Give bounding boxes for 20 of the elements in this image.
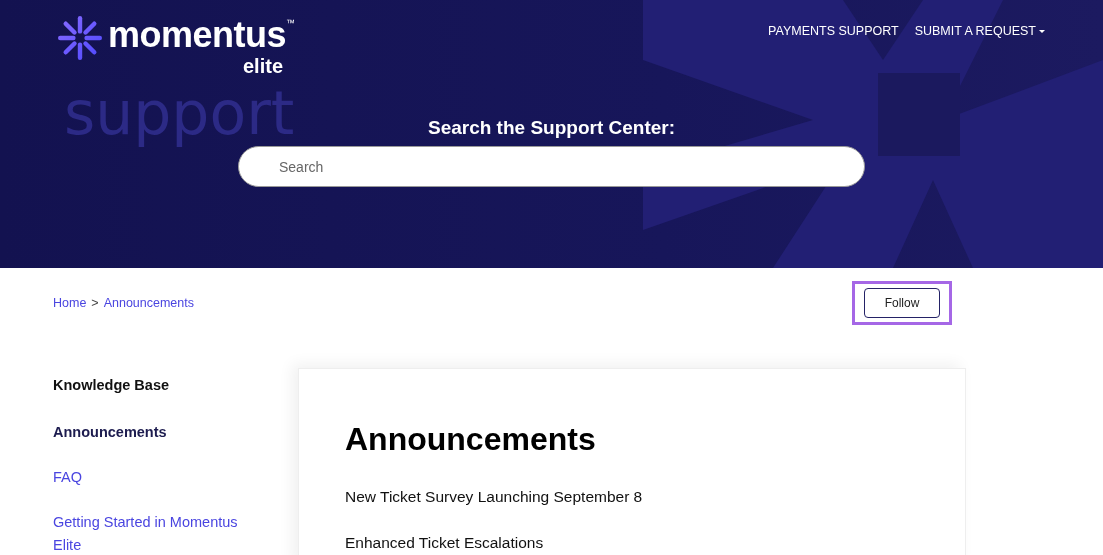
caret-icon <box>1039 29 1045 33</box>
asterisk-logo-icon <box>58 16 102 60</box>
sidebar-item[interactable]: FAQ <box>53 466 263 489</box>
search-title: Search the Support Center: <box>427 116 675 140</box>
breadcrumb-link[interactable]: Announcements <box>103 296 194 310</box>
logo-subtitle: elite <box>243 56 284 76</box>
article-link[interactable]: Enhanced Ticket Escalations <box>345 533 919 553</box>
sidebar-item[interactable]: Announcements <box>53 421 263 444</box>
logo-wordmark[interactable]: momentus <box>108 14 287 56</box>
breadcrumb-link[interactable]: Home <box>53 296 87 310</box>
follow-button[interactable]: Follow <box>864 288 940 318</box>
breadcrumb-separator: > <box>91 296 99 310</box>
nav-link[interactable]: PAYMENTS SUPPORT <box>768 24 899 38</box>
section-title: Announcements <box>345 420 597 459</box>
search-field[interactable]: Search <box>238 146 865 187</box>
nav-link[interactable]: SUBMIT A REQUEST <box>914 24 1045 38</box>
trademark-mark: ™ <box>286 18 296 28</box>
sidebar-item[interactable]: Getting Started in Momentus Elite <box>53 511 263 555</box>
sidebar-heading[interactable]: Knowledge Base <box>53 376 170 394</box>
article-link[interactable]: New Ticket Survey Launching September 8 <box>345 487 919 507</box>
